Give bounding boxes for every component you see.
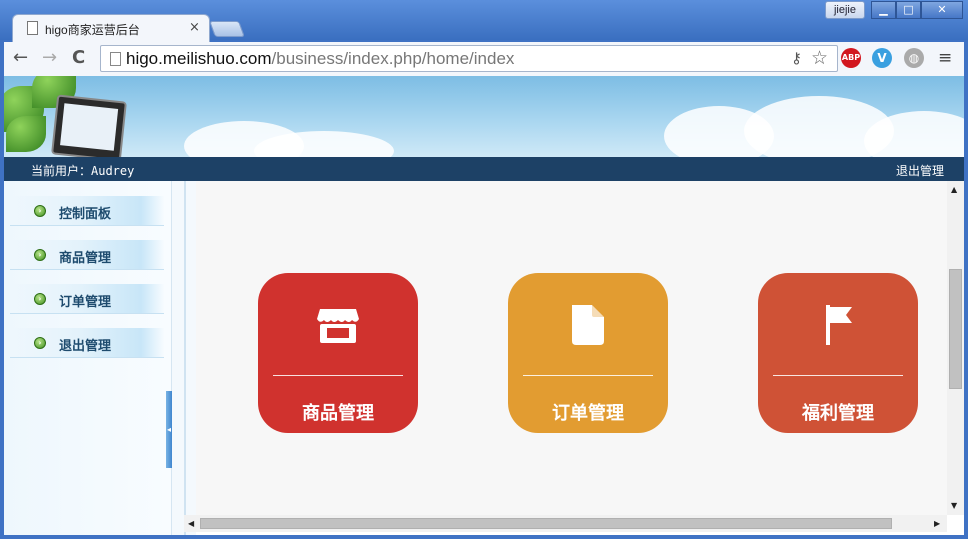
horizontal-scrollbar[interactable]: ◀ ▶ — [184, 515, 947, 532]
scroll-left-arrow[interactable]: ◀ — [188, 519, 194, 528]
sidebar-item-dashboard[interactable]: › 控制面板 — [10, 196, 164, 226]
close-window-button[interactable]: ✕ — [921, 1, 963, 19]
scroll-right-arrow[interactable]: ▶ — [934, 519, 940, 528]
tile-label: 商品管理 — [302, 403, 374, 424]
back-button[interactable]: ← — [13, 48, 28, 68]
browser-toolbar: ← → C higo.meilishuo.com/business/index.… — [4, 42, 964, 76]
bookmark-star-icon[interactable]: ☆ — [811, 47, 828, 69]
window-controls: ▁ □ ✕ — [871, 1, 963, 19]
page-viewport: 当前用户：Audrey 退出管理 › 控制面板 › 商品管理 › 订单管理 › … — [4, 76, 964, 535]
minimize-button[interactable]: ▁ — [871, 1, 896, 19]
sidebar-item-logout[interactable]: › 退出管理 — [10, 328, 164, 358]
bullet-icon: › — [34, 337, 46, 349]
sidebar-item-label: 退出管理 — [59, 339, 112, 354]
current-user-label: 当前用户：Audrey — [31, 164, 135, 178]
globe-extension-icon[interactable]: ◍ — [904, 48, 924, 68]
page-banner — [4, 76, 964, 157]
document-icon — [572, 305, 604, 345]
logout-link[interactable]: 退出管理 — [896, 162, 944, 179]
leaf — [6, 116, 46, 152]
new-tab-button[interactable] — [209, 21, 245, 37]
sidebar: › 控制面板 › 商品管理 › 订单管理 › 退出管理 — [4, 181, 171, 535]
tab-title: higo商家运营后台 — [45, 23, 140, 37]
sidebar-item-orders[interactable]: › 订单管理 — [10, 284, 164, 314]
tile-divider — [523, 375, 653, 376]
pda-illustration — [51, 94, 127, 157]
vertical-scroll-thumb[interactable] — [949, 269, 962, 389]
store-icon — [317, 309, 359, 343]
vimeo-extension-icon[interactable]: V — [872, 48, 892, 68]
tile-welfare[interactable]: 福利管理 — [758, 273, 918, 433]
scroll-down-arrow[interactable]: ▼ — [951, 501, 957, 510]
page-icon — [27, 21, 38, 35]
title-bar: higo商家运营后台 × jiejie ▁ □ ✕ — [0, 0, 968, 42]
profile-badge[interactable]: jiejie — [825, 1, 865, 19]
browser-tab[interactable]: higo商家运营后台 × — [12, 14, 210, 42]
main-content: 商品管理 订单管理 福利管理 — [196, 181, 947, 515]
url-path: /business/index.php/home/index — [271, 49, 515, 68]
tile-orders[interactable]: 订单管理 — [508, 273, 668, 433]
url-text[interactable]: higo.meilishuo.com/business/index.php/ho… — [126, 49, 514, 69]
horizontal-scroll-thumb[interactable] — [200, 518, 892, 529]
sidebar-item-products[interactable]: › 商品管理 — [10, 240, 164, 270]
bullet-icon: › — [34, 293, 46, 305]
tab-close-icon[interactable]: × — [189, 20, 200, 35]
reload-button[interactable]: C — [72, 48, 85, 68]
tile-divider — [273, 375, 403, 376]
tile-products[interactable]: 商品管理 — [258, 273, 418, 433]
user-bar: 当前用户：Audrey 退出管理 — [4, 157, 964, 181]
scroll-up-arrow[interactable]: ▲ — [951, 185, 957, 194]
tile-label: 订单管理 — [552, 403, 624, 424]
bullet-icon: › — [34, 205, 46, 217]
tile-label: 福利管理 — [802, 403, 874, 424]
sidebar-item-label: 商品管理 — [59, 251, 112, 266]
forward-button[interactable]: → — [42, 48, 57, 68]
address-bar[interactable]: higo.meilishuo.com/business/index.php/ho… — [100, 45, 838, 72]
sidebar-item-label: 订单管理 — [59, 295, 112, 310]
url-host: higo.meilishuo.com — [126, 49, 272, 68]
sidebar-splitter: ◂ — [166, 181, 196, 535]
browser-window: higo商家运营后台 × jiejie ▁ □ ✕ ← → C higo.mei… — [0, 0, 968, 539]
maximize-button[interactable]: □ — [896, 1, 921, 19]
device-screen — [60, 103, 119, 151]
adblock-icon[interactable]: ABP — [841, 48, 861, 68]
bullet-icon: › — [34, 249, 46, 261]
flag-icon — [826, 305, 852, 345]
sidebar-item-label: 控制面板 — [59, 207, 112, 222]
page-icon — [110, 52, 121, 66]
key-icon[interactable]: ⚷ — [791, 49, 802, 67]
vertical-scrollbar[interactable]: ▲ ▼ — [947, 181, 964, 515]
menu-icon[interactable]: ≡ — [938, 48, 952, 68]
collapse-handle[interactable]: ◂ — [166, 391, 172, 468]
tile-divider — [773, 375, 903, 376]
divider — [184, 181, 186, 535]
